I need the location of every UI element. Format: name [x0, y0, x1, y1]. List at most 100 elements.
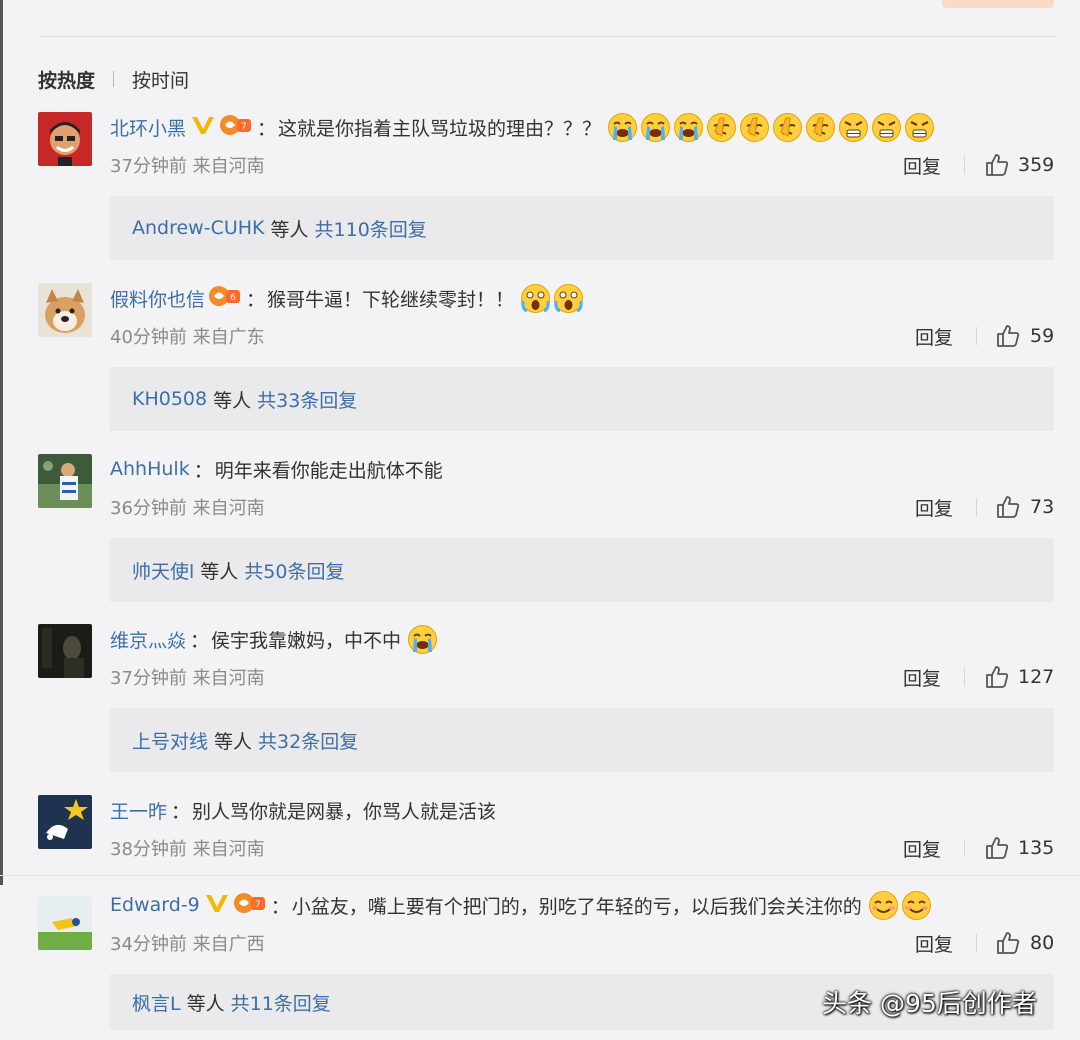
window-edge	[0, 0, 3, 885]
shocked-emoji	[520, 283, 551, 314]
comment-meta: 38分钟前 来自河南	[110, 839, 265, 860]
emoji-group	[868, 890, 934, 921]
action-separator	[976, 327, 977, 345]
avatar[interactable]	[38, 896, 92, 950]
reply-summary[interactable]: Andrew-CUHK 等人 共110条回复	[110, 196, 1054, 260]
comment-text: 小盆友，嘴上要有个把门的，别吃了年轻的亏，以后我们会关注你的	[291, 895, 862, 918]
reply-count-link[interactable]: 共11条回复	[231, 989, 331, 1016]
comment-meta: 36分钟前 来自河南	[110, 498, 265, 519]
reply-button[interactable]: 回复	[903, 664, 941, 690]
crying-emoji	[407, 624, 438, 655]
tab-separator	[113, 71, 115, 87]
avatar[interactable]	[38, 112, 92, 166]
like-count: 135	[1018, 837, 1055, 859]
smile-emoji	[901, 890, 932, 921]
reply-button[interactable]: 回复	[915, 930, 953, 956]
reply-summary[interactable]: 上号对线 等人 共32条回复	[110, 708, 1054, 772]
facepalm-emoji	[706, 112, 737, 143]
comment-meta: 37分钟前 来自河南	[110, 156, 265, 177]
avatar[interactable]	[38, 454, 92, 508]
svg-text:7: 7	[255, 900, 261, 910]
emoji-group	[520, 283, 586, 314]
username[interactable]: 维京灬焱	[110, 626, 186, 653]
username[interactable]: 北环小黑	[110, 114, 186, 141]
action-separator	[976, 498, 977, 516]
avatar[interactable]	[38, 795, 92, 849]
like-count: 359	[1018, 154, 1055, 176]
reply-count-link[interactable]: 共110条回复	[315, 215, 427, 242]
avatar[interactable]	[38, 624, 92, 678]
sort-tabs: 按热度 按时间	[38, 64, 189, 94]
reply-count-link[interactable]: 共50条回复	[244, 557, 344, 584]
reply-button[interactable]: 回复	[903, 835, 941, 861]
like-count: 73	[1030, 496, 1055, 518]
comment-text: 别人骂你就是网暴，你骂人就是活该	[192, 800, 497, 823]
reply-etc-label: 等人	[270, 218, 309, 241]
crying-emoji	[673, 112, 704, 143]
verified-v-icon	[204, 892, 230, 919]
angry-emoji	[838, 112, 869, 143]
comment-text: 明年来看你能走出航体不能	[214, 459, 443, 482]
svg-text:7: 7	[241, 122, 247, 132]
tab-sort-hot[interactable]: 按热度	[38, 66, 95, 93]
divider	[40, 36, 1055, 37]
smile-emoji	[868, 890, 899, 921]
username[interactable]: 假料你也信	[110, 285, 205, 312]
reply-button[interactable]: 回复	[903, 152, 941, 178]
verified-v-icon	[190, 114, 216, 141]
shocked-emoji	[553, 283, 584, 314]
reply-button[interactable]: 回复	[915, 323, 953, 349]
thumbs-up-icon[interactable]	[995, 930, 1021, 956]
facepalm-emoji	[772, 112, 803, 143]
reply-summary[interactable]: 帅天使l 等人 共50条回复	[110, 538, 1054, 602]
facepalm-emoji	[805, 112, 836, 143]
angry-emoji	[904, 112, 935, 143]
reply-username[interactable]: 枫言L	[132, 989, 181, 1016]
crying-emoji	[607, 112, 638, 143]
facepalm-emoji	[739, 112, 770, 143]
emoji-group	[607, 112, 937, 143]
like-count: 80	[1030, 932, 1055, 954]
action-separator	[964, 156, 965, 174]
comment-text: 侯宇我靠嫩妈，中不中	[211, 629, 402, 652]
comment-divider	[0, 875, 1080, 876]
thumbs-up-icon[interactable]	[984, 664, 1010, 690]
username[interactable]: 王一昨	[110, 797, 167, 824]
fan-badge-icon: 7	[219, 112, 253, 143]
fan-badge-icon: 7	[233, 890, 267, 921]
reply-summary[interactable]: KH0508 等人 共33条回复	[110, 367, 1054, 431]
reply-etc-label: 等人	[186, 992, 225, 1015]
avatar[interactable]	[38, 283, 92, 337]
thumbs-up-icon[interactable]	[995, 323, 1021, 349]
watermark: 头条 @95后创作者	[822, 989, 1037, 1018]
reply-username[interactable]: KH0508	[132, 388, 207, 410]
comment-meta: 37分钟前 来自河南	[110, 668, 265, 689]
thumbs-up-icon[interactable]	[984, 152, 1010, 178]
username[interactable]: Edward-9	[110, 894, 200, 916]
comment-text: 猴哥牛逼！下轮继续零封！！	[267, 288, 515, 311]
reply-count-link[interactable]: 共32条回复	[258, 727, 358, 754]
reply-button[interactable]: 回复	[915, 494, 953, 520]
crying-emoji	[640, 112, 671, 143]
thumbs-up-icon[interactable]	[984, 835, 1010, 861]
top-action-button[interactable]	[942, 0, 1054, 8]
reply-username[interactable]: Andrew-CUHK	[132, 217, 265, 239]
fan-badge-icon: 6	[208, 283, 242, 314]
reply-etc-label: 等人	[200, 560, 239, 583]
thumbs-up-icon[interactable]	[995, 494, 1021, 520]
action-separator	[976, 934, 977, 952]
angry-emoji	[871, 112, 902, 143]
reply-username[interactable]: 帅天使l	[132, 557, 194, 584]
reply-username[interactable]: 上号对线	[132, 727, 208, 754]
tab-sort-time[interactable]: 按时间	[132, 66, 189, 93]
username[interactable]: AhhHulk	[110, 458, 190, 480]
reply-etc-label: 等人	[213, 389, 252, 412]
like-count: 59	[1030, 325, 1055, 347]
svg-text:6: 6	[230, 293, 236, 303]
comment-text: 这就是你指着主队骂垃圾的理由？？？	[278, 117, 602, 140]
comment-meta: 40分钟前 来自广东	[110, 327, 265, 348]
reply-etc-label: 等人	[214, 730, 253, 753]
reply-count-link[interactable]: 共33条回复	[257, 386, 357, 413]
like-count: 127	[1018, 666, 1055, 688]
action-separator	[964, 839, 965, 857]
